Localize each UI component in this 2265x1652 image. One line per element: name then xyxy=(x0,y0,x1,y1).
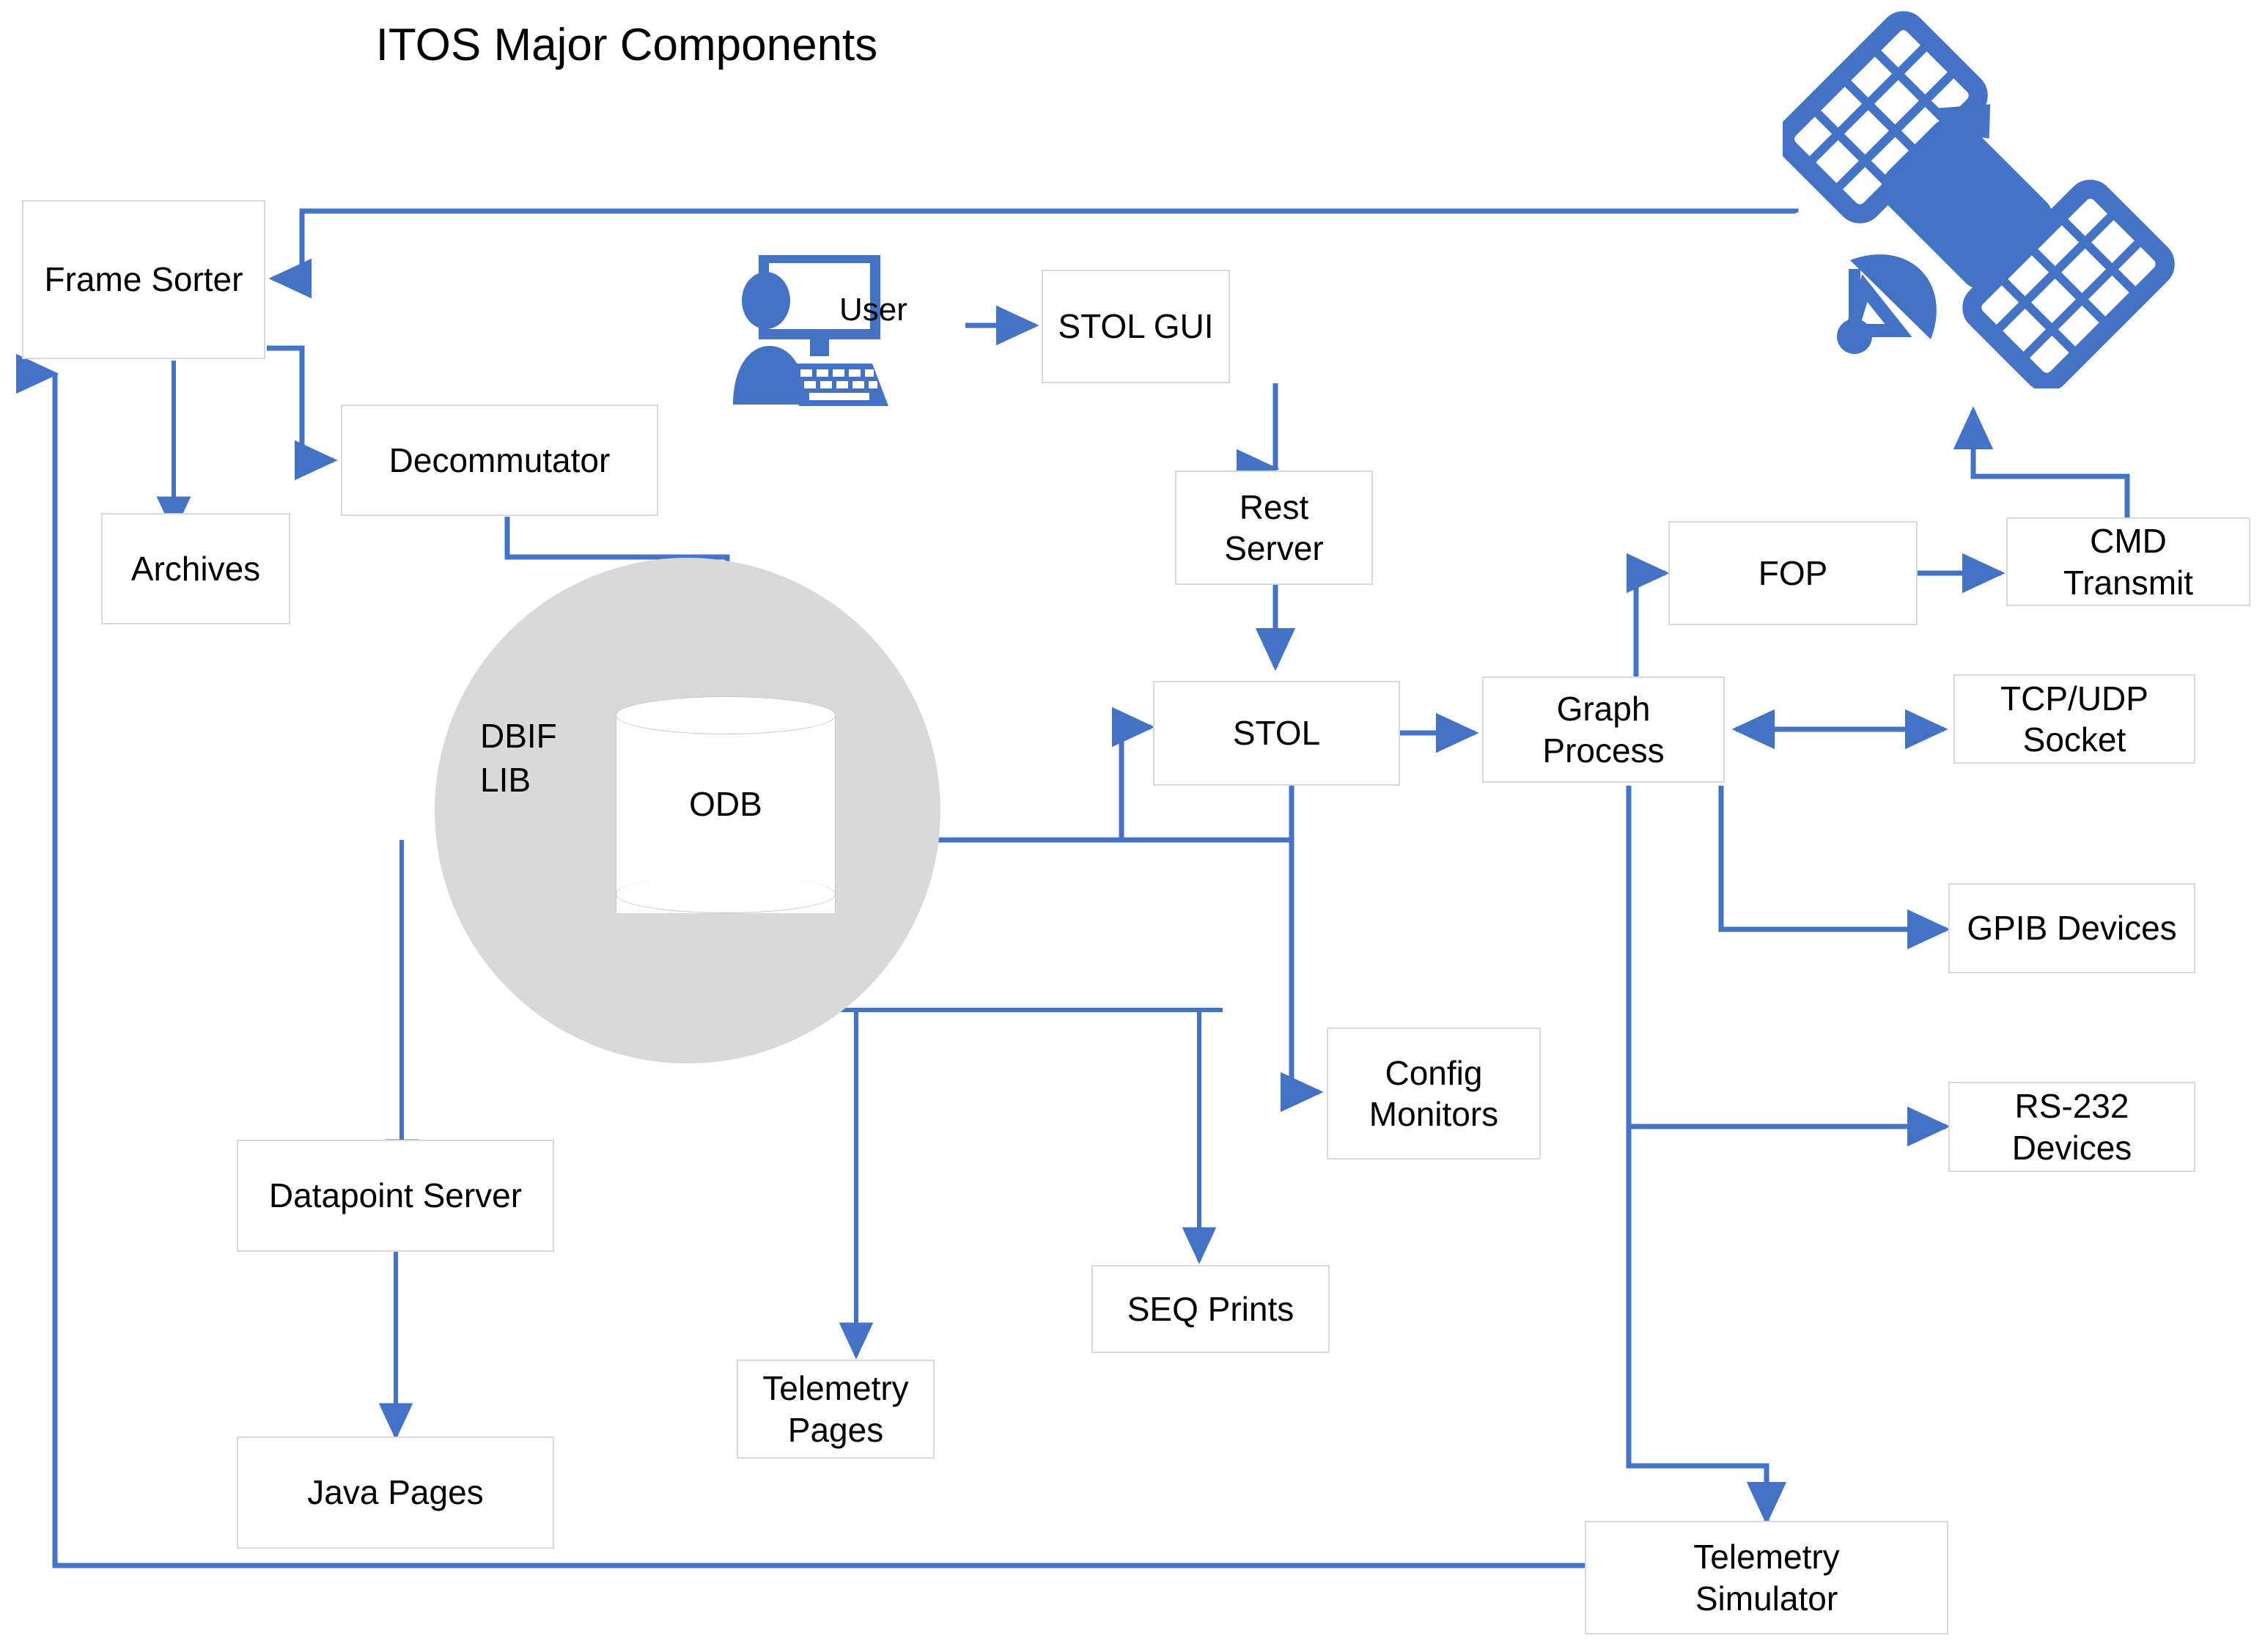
node-rest-server[interactable]: Rest Server xyxy=(1175,471,1373,585)
node-stol-gui[interactable]: STOL GUI xyxy=(1042,270,1230,383)
edge-graph-process-to-rs232 xyxy=(1626,786,1951,1147)
edge-stol-to-config-monitors xyxy=(1280,840,1324,1113)
node-config-monitors[interactable]: Config Monitors xyxy=(1327,1028,1541,1159)
edge-satellite-to-frame-sorter xyxy=(268,208,1799,299)
node-telemetry-simulator[interactable]: Telemetry Simulator xyxy=(1585,1521,1948,1634)
odb-cylinder-bottom xyxy=(616,875,836,913)
edge-graph-process-to-fop xyxy=(1626,553,1670,676)
edge-graph-process-to-gpib xyxy=(1718,786,1951,950)
node-gpib-devices[interactable]: GPIB Devices xyxy=(1948,883,2195,973)
node-frame-sorter[interactable]: Frame Sorter xyxy=(22,200,265,359)
node-seq-prints[interactable]: SEQ Prints xyxy=(1091,1265,1330,1353)
diagram-canvas: ITOS Major Components DBIF LIB ODB User … xyxy=(0,0,2265,1652)
edge-cmd-transmit-to-satellite xyxy=(1953,406,2130,517)
edge-graph-process-to-telemetry-simulator xyxy=(1626,786,1787,1525)
user-at-computer-icon xyxy=(733,255,888,406)
user-label: User xyxy=(839,292,907,328)
node-datapoint-server[interactable]: Datapoint Server xyxy=(237,1140,554,1252)
node-telemetry-pages[interactable]: Telemetry Pages xyxy=(737,1360,935,1459)
odb-label: ODB xyxy=(689,785,762,823)
node-archives[interactable]: Archives xyxy=(101,513,290,624)
node-fop[interactable]: FOP xyxy=(1668,521,1918,625)
node-tcp-udp-socket[interactable]: TCP/UDP Socket xyxy=(1953,674,2195,764)
satellite-icon xyxy=(1783,11,2175,388)
node-java-pages[interactable]: Java Pages xyxy=(237,1437,554,1549)
odb-cylinder-top xyxy=(616,696,836,734)
node-cmd-transmit[interactable]: CMD Transmit xyxy=(2006,517,2250,606)
node-stol[interactable]: STOL xyxy=(1153,681,1400,786)
edge-frame-sorter-to-decommutator xyxy=(267,345,338,481)
node-rs232-devices[interactable]: RS-232 Devices xyxy=(1948,1082,2195,1172)
dbif-lib-label: DBIF LIB xyxy=(480,717,557,799)
page-title: ITOS Major Components xyxy=(375,20,878,70)
node-graph-process[interactable]: Graph Process xyxy=(1482,676,1725,783)
node-decommutator[interactable]: Decommutator xyxy=(341,405,658,516)
odb-datastore[interactable]: ODB xyxy=(616,696,836,932)
